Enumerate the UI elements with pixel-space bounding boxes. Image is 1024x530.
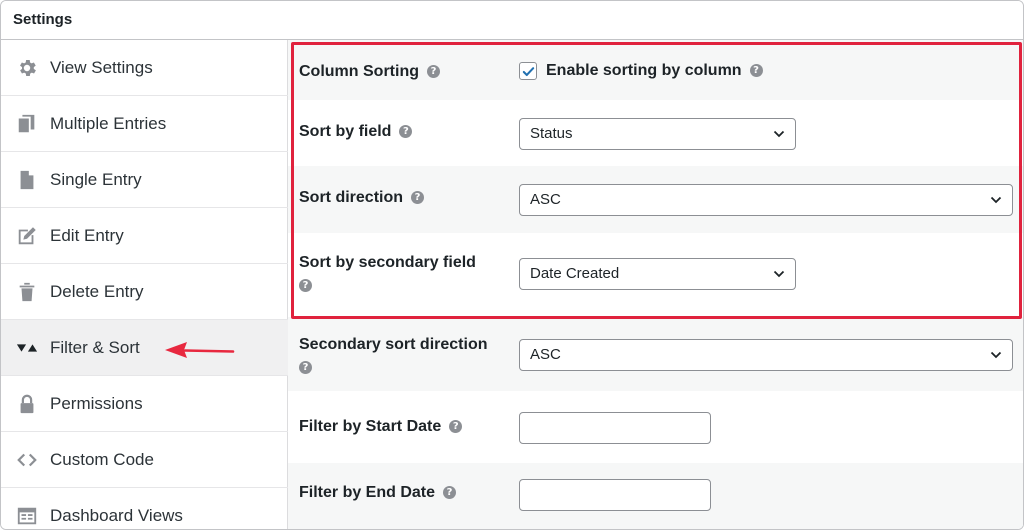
code-icon <box>16 449 38 471</box>
settings-header: Settings <box>1 1 1023 40</box>
filter-end-date-row: Filter by End Date? <box>288 463 1023 529</box>
enable-sorting-label[interactable]: Enable sorting by column? <box>546 62 763 80</box>
filter-end-date-label: Filter by End Date? <box>299 483 457 503</box>
sidebar-item-label: View Settings <box>50 57 153 77</box>
sort-by-field-row: Sort by field? Status <box>288 100 1023 166</box>
help-icon[interactable]: ? <box>299 361 312 374</box>
filter-start-date-row: Filter by Start Date? <box>288 391 1023 463</box>
lock-icon <box>16 393 38 415</box>
help-icon[interactable]: ? <box>399 125 413 138</box>
copy-icon <box>16 113 38 135</box>
sidebar-item-label: Dashboard Views <box>50 505 183 525</box>
sidebar-item-label: Filter & Sort <box>50 337 140 357</box>
column-sorting-label: Column Sorting? <box>299 62 440 82</box>
sort-by-field-label: Sort by field? <box>299 122 413 142</box>
sort-by-secondary-field-value: Date Created <box>530 265 620 282</box>
help-icon[interactable]: ? <box>299 279 312 292</box>
settings-form: Column Sorting? Enable sorting by column… <box>288 40 1023 529</box>
chevron-down-icon <box>773 130 785 138</box>
gear-icon <box>16 57 38 79</box>
sort-icon <box>16 337 38 359</box>
sidebar-item-label: Multiple Entries <box>50 113 167 133</box>
sidebar-item-dashboard-views[interactable]: Dashboard Views <box>1 488 288 529</box>
enable-sorting-checkbox[interactable] <box>519 62 537 80</box>
help-icon[interactable]: ? <box>426 65 440 78</box>
sidebar-item-edit-entry[interactable]: Edit Entry <box>1 208 288 264</box>
secondary-sort-direction-row: Secondary sort direction? ASC <box>288 317 1023 391</box>
sort-by-secondary-field-label: Sort by secondary field? <box>299 254 476 292</box>
help-icon[interactable]: ? <box>443 486 457 499</box>
secondary-sort-direction-label: Secondary sort direction? <box>299 336 488 374</box>
sidebar-item-label: Delete Entry <box>50 281 144 301</box>
sidebar-item-label: Permissions <box>50 393 143 413</box>
sidebar-item-custom-code[interactable]: Custom Code <box>1 432 288 488</box>
sidebar-item-single-entry[interactable]: Single Entry <box>1 152 288 208</box>
sidebar-item-label: Custom Code <box>50 449 154 469</box>
settings-sidebar: View Settings Multiple Entries Single En… <box>1 40 288 529</box>
sort-by-secondary-field-row: Sort by secondary field? Date Created <box>288 233 1023 317</box>
help-icon[interactable]: ? <box>749 64 763 77</box>
edit-icon <box>16 225 38 247</box>
chevron-down-icon <box>773 270 785 278</box>
filter-start-date-input[interactable] <box>519 412 711 444</box>
secondary-sort-direction-select[interactable]: ASC <box>519 339 1013 371</box>
column-sorting-row: Column Sorting? Enable sorting by column… <box>288 40 1023 100</box>
trash-icon <box>16 281 38 303</box>
sidebar-item-label: Edit Entry <box>50 225 124 245</box>
sidebar-item-permissions[interactable]: Permissions <box>1 376 288 432</box>
sort-by-field-value: Status <box>530 125 573 142</box>
page-title: Settings <box>13 11 73 28</box>
sidebar-item-filter-sort[interactable]: Filter & Sort <box>1 320 288 376</box>
help-icon[interactable]: ? <box>449 420 463 433</box>
secondary-sort-direction-value: ASC <box>530 346 561 363</box>
sort-direction-select[interactable]: ASC <box>519 184 1013 216</box>
help-icon[interactable]: ? <box>411 191 425 204</box>
chevron-down-icon <box>990 351 1002 359</box>
settings-panel: Settings View Settings Multiple Entries … <box>0 0 1024 530</box>
sort-by-field-select[interactable]: Status <box>519 118 796 150</box>
filter-end-date-input[interactable] <box>519 479 711 511</box>
sort-by-secondary-field-select[interactable]: Date Created <box>519 258 796 290</box>
sidebar-item-label: Single Entry <box>50 169 142 189</box>
sort-direction-row: Sort direction? ASC <box>288 166 1023 233</box>
document-icon <box>16 169 38 191</box>
filter-start-date-label: Filter by Start Date? <box>299 417 463 437</box>
sidebar-item-delete-entry[interactable]: Delete Entry <box>1 264 288 320</box>
sidebar-item-view-settings[interactable]: View Settings <box>1 40 288 96</box>
sort-direction-label: Sort direction? <box>299 188 425 208</box>
sort-direction-value: ASC <box>530 191 561 208</box>
arrow-left-icon <box>165 342 235 358</box>
table-icon <box>16 505 38 527</box>
sidebar-item-multiple-entries[interactable]: Multiple Entries <box>1 96 288 152</box>
chevron-down-icon <box>990 196 1002 204</box>
